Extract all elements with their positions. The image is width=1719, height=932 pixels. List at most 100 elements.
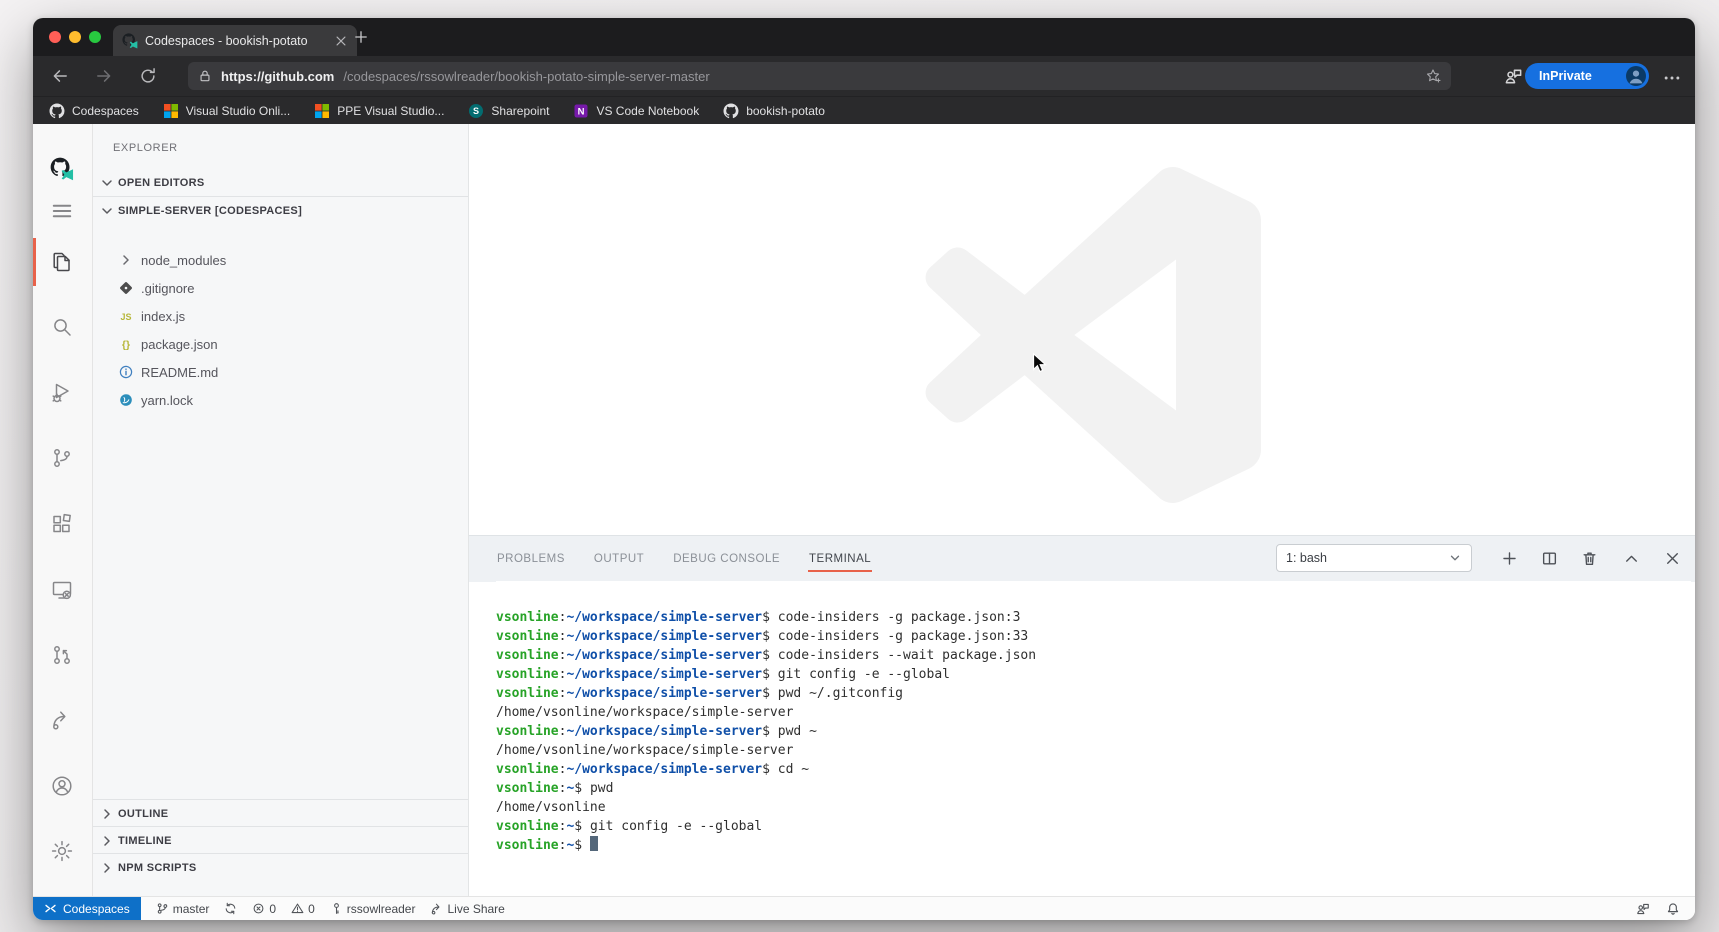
section-timeline[interactable]: TIMELINE	[93, 826, 468, 854]
svg-text:S: S	[473, 106, 479, 116]
seti-yarn-icon	[118, 392, 134, 408]
file-yarn-lock[interactable]: yarn.lock	[93, 386, 468, 414]
bookmark-sharepoint[interactable]: SSharepoint	[468, 103, 549, 119]
status-notifications[interactable]	[1666, 902, 1680, 916]
inprivate-badge[interactable]: InPrivate	[1525, 63, 1649, 89]
bookmark-vs-code-notebook[interactable]: NVS Code Notebook	[573, 103, 699, 119]
view-source-control[interactable]	[50, 446, 74, 470]
vscode-watermark	[921, 165, 1261, 505]
panel-tab-problems[interactable]: PROBLEMS	[496, 546, 566, 572]
status-feedback[interactable]	[1636, 902, 1650, 916]
status-branch[interactable]: master	[156, 902, 210, 916]
file-package-json[interactable]: {}package.json	[93, 330, 468, 358]
file--gitignore[interactable]: .gitignore	[93, 274, 468, 302]
account-button[interactable]	[50, 774, 74, 798]
seti-git-icon	[118, 280, 134, 296]
chevron-down-icon	[1448, 551, 1462, 565]
view-search[interactable]	[50, 315, 74, 339]
add-favorite-button[interactable]	[1425, 68, 1441, 84]
back-button[interactable]	[51, 67, 69, 85]
section-project-root[interactable]: SIMPLE-SERVER [CODESPACES]	[93, 198, 468, 224]
lock-icon	[198, 69, 212, 83]
file-index-js[interactable]: JSindex.js	[93, 302, 468, 330]
tab-title: Codespaces - bookish-potato	[145, 34, 327, 48]
terminal-prompt-line: vsonline:~/workspace/simple-server$ code…	[496, 646, 1691, 665]
section-open-editors[interactable]: OPEN EDITORS	[93, 170, 468, 197]
view-run-debug[interactable]	[50, 380, 74, 404]
browser-menu-button[interactable]	[1663, 69, 1681, 87]
kill-terminal-button[interactable]	[1581, 550, 1598, 567]
zoom-window-button[interactable]	[89, 31, 101, 43]
view-pull-requests[interactable]	[50, 643, 74, 667]
sidebar-title: EXPLORER	[113, 142, 178, 154]
terminal-shell-select[interactable]: 1: bash	[1276, 544, 1472, 572]
minimize-window-button[interactable]	[69, 31, 81, 43]
section-npm-scripts[interactable]: NPM SCRIPTS	[93, 853, 468, 881]
terminal-prompt-line: vsonline:~$ pwd	[496, 779, 1691, 798]
browser-tab[interactable]: Codespaces - bookish-potato	[113, 25, 357, 56]
terminal-prompt-line: vsonline:~/workspace/simple-server$ git …	[496, 665, 1691, 684]
menu-button[interactable]	[50, 199, 74, 223]
panel-tab-terminal[interactable]: TERMINAL	[808, 546, 872, 572]
github-icon	[49, 103, 65, 119]
status-errors[interactable]: 0	[252, 902, 276, 916]
terminal-output-line: /home/vsonline/workspace/simple-server	[496, 741, 1691, 760]
address-bar[interactable]: https://github.com/codespaces/rssowlread…	[188, 62, 1451, 90]
panel-tab-debug-console[interactable]: DEBUG CONSOLE	[672, 546, 781, 572]
settings-gear[interactable]	[50, 839, 74, 863]
bookmark-codespaces[interactable]: Codespaces	[49, 103, 139, 119]
refresh-button[interactable]	[139, 67, 157, 85]
split-terminal-button[interactable]	[1541, 550, 1558, 567]
terminal-prompt-line: vsonline:~$	[496, 836, 1691, 855]
sync-icon	[224, 902, 237, 915]
view-explorer[interactable]	[50, 250, 74, 274]
terminal-output[interactable]: vsonline:~/workspace/simple-server$ code…	[496, 581, 1691, 897]
key-icon	[330, 902, 343, 915]
bookmark-bookish-potato[interactable]: bookish-potato	[723, 103, 825, 119]
bookmark-visual-studio-onli-[interactable]: Visual Studio Onli...	[163, 103, 291, 119]
section-outline[interactable]: OUTLINE	[93, 799, 468, 827]
terminal-prompt-line: vsonline:~$ git config -e --global	[496, 817, 1691, 836]
status-warnings[interactable]: 0	[291, 902, 315, 916]
tab-close-icon[interactable]	[334, 34, 348, 48]
file-readme-md[interactable]: README.md	[93, 358, 468, 386]
view-extensions[interactable]	[50, 512, 74, 536]
send-feedback-button[interactable]	[1504, 67, 1523, 86]
terminal-output-line: /home/vsonline/workspace/simple-server	[496, 703, 1691, 722]
forward-button[interactable]	[95, 67, 113, 85]
maximize-panel-button[interactable]	[1623, 550, 1640, 567]
seti-info-icon	[118, 364, 134, 380]
tab-favicon	[122, 33, 138, 49]
remote-indicator-icon	[44, 902, 57, 915]
window-controls	[49, 31, 101, 43]
warning-icon	[291, 902, 304, 915]
browser-titlebar: Codespaces - bookish-potato	[33, 18, 1695, 56]
branch-icon	[156, 902, 169, 915]
file-node-modules[interactable]: node_modules	[93, 246, 468, 274]
vscode-workbench: EXPLORER OPEN EDITORS SIMPLE-SERVER [COD…	[33, 124, 1695, 920]
close-window-button[interactable]	[49, 31, 61, 43]
close-panel-button[interactable]	[1664, 550, 1681, 567]
status-sync[interactable]	[224, 902, 237, 915]
view-remote-explorer[interactable]	[50, 578, 74, 602]
new-terminal-button[interactable]	[1501, 550, 1518, 567]
panel-tab-output[interactable]: OUTPUT	[593, 546, 645, 572]
seti-json-icon: {}	[118, 336, 134, 352]
view-live-share[interactable]	[50, 708, 74, 732]
remote-indicator-badge[interactable]: Codespaces	[33, 897, 141, 920]
status-left-items: master 0 0 rssowlreader Live Share	[141, 902, 505, 916]
new-tab-button[interactable]	[353, 29, 369, 45]
terminal-prompt-line: vsonline:~/workspace/simple-server$ code…	[496, 608, 1691, 627]
ms-logo-icon	[163, 103, 179, 119]
chevron-right-icon	[118, 252, 134, 268]
live-share-s-icon	[430, 902, 443, 915]
active-view-indicator	[33, 238, 36, 286]
status-live-share[interactable]: Live Share	[430, 902, 504, 916]
terminal-prompt-line: vsonline:~/workspace/simple-server$ code…	[496, 627, 1691, 646]
editor-area: PROBLEMS OUTPUT DEBUG CONSOLE TERMINAL 1: b…	[469, 124, 1695, 897]
mouse-cursor	[1029, 352, 1051, 374]
github-icon	[723, 103, 739, 119]
bookmark-ppe-visual-studio-[interactable]: PPE Visual Studio...	[314, 103, 444, 119]
status-rssowlreader[interactable]: rssowlreader	[330, 902, 416, 916]
browser-window: Codespaces - bookish-potato https://gith…	[33, 18, 1695, 920]
